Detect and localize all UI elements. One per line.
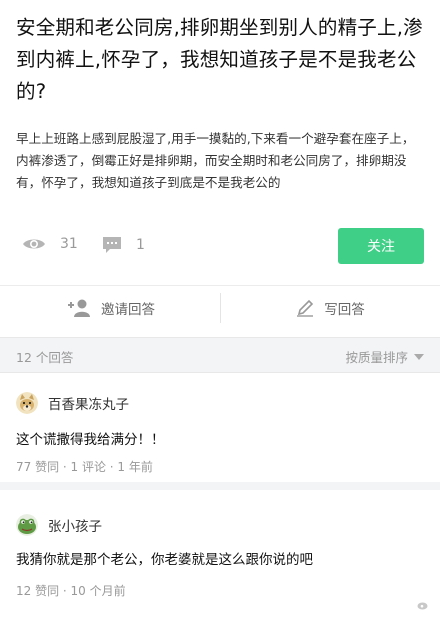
answer-item[interactable]: 百香果冻丸子 这个谎撒得我给满分！！ 77 赞同 · 1 评论 · 1 年前	[0, 386, 440, 490]
answer-text: 我猜你就是那个老公，你老婆就是这么跟你说的吧	[16, 552, 313, 568]
answer-meta: 77 赞同 · 1 评论 · 1 年前	[16, 460, 153, 474]
invite-answer-label: 邀请回答	[101, 302, 155, 318]
views-count: 31	[60, 236, 78, 252]
answer-item[interactable]: 张小孩子 我猜你就是那个老公，你老婆就是这么跟你说的吧 12 赞同 · 10 个…	[0, 508, 440, 624]
author-name: 百香果冻丸子	[48, 397, 129, 413]
weibo-icon	[417, 602, 428, 610]
invite-answer-button[interactable]: 邀请回答	[0, 286, 220, 330]
sort-label: 按质量排序	[345, 350, 408, 365]
answers-count: 12 个回答	[16, 350, 74, 365]
comment-icon	[103, 237, 121, 253]
weibo-watermark	[417, 600, 432, 610]
question-section: 安全期和老公同房,排卵期坐到别人的精子上,渗到内裤上,怀孕了，我想知道孩子是不是…	[0, 0, 440, 194]
sort-dropdown[interactable]: 按质量排序	[345, 347, 424, 366]
write-answer-button[interactable]: 写回答	[220, 293, 440, 323]
comments-count: 1	[136, 237, 145, 253]
write-answer-label: 写回答	[324, 302, 365, 318]
pencil-icon	[297, 299, 314, 317]
question-actions: 邀请回答 写回答	[0, 285, 440, 329]
frog-avatar-icon	[16, 514, 38, 536]
follow-button[interactable]: 关注	[338, 228, 424, 264]
question-body: 早上上班路上感到屁股湿了,用手一摸黏的,下来看一个避孕套在座子上，内裤渗透了，倒…	[16, 131, 415, 190]
answer-author[interactable]: 张小孩子	[16, 514, 102, 536]
doge-avatar-icon	[16, 392, 38, 414]
views-stat: 31	[22, 236, 78, 252]
answer-text: 这个谎撒得我给满分！！	[16, 432, 165, 448]
eye-icon	[23, 239, 45, 249]
author-name: 张小孩子	[48, 519, 102, 535]
comments-stat[interactable]: 1	[102, 236, 145, 254]
question-title: 安全期和老公同房,排卵期坐到别人的精子上,渗到内裤上,怀孕了，我想知道孩子是不是…	[16, 16, 423, 103]
answers-header: 12 个回答 按质量排序	[0, 337, 440, 373]
answer-author[interactable]: 百香果冻丸子	[16, 392, 129, 414]
answer-meta: 12 赞同 · 10 个月前	[16, 584, 126, 598]
chevron-down-icon	[414, 353, 424, 360]
add-user-icon	[68, 299, 90, 317]
question-stats: 31 1 关注	[0, 228, 440, 264]
